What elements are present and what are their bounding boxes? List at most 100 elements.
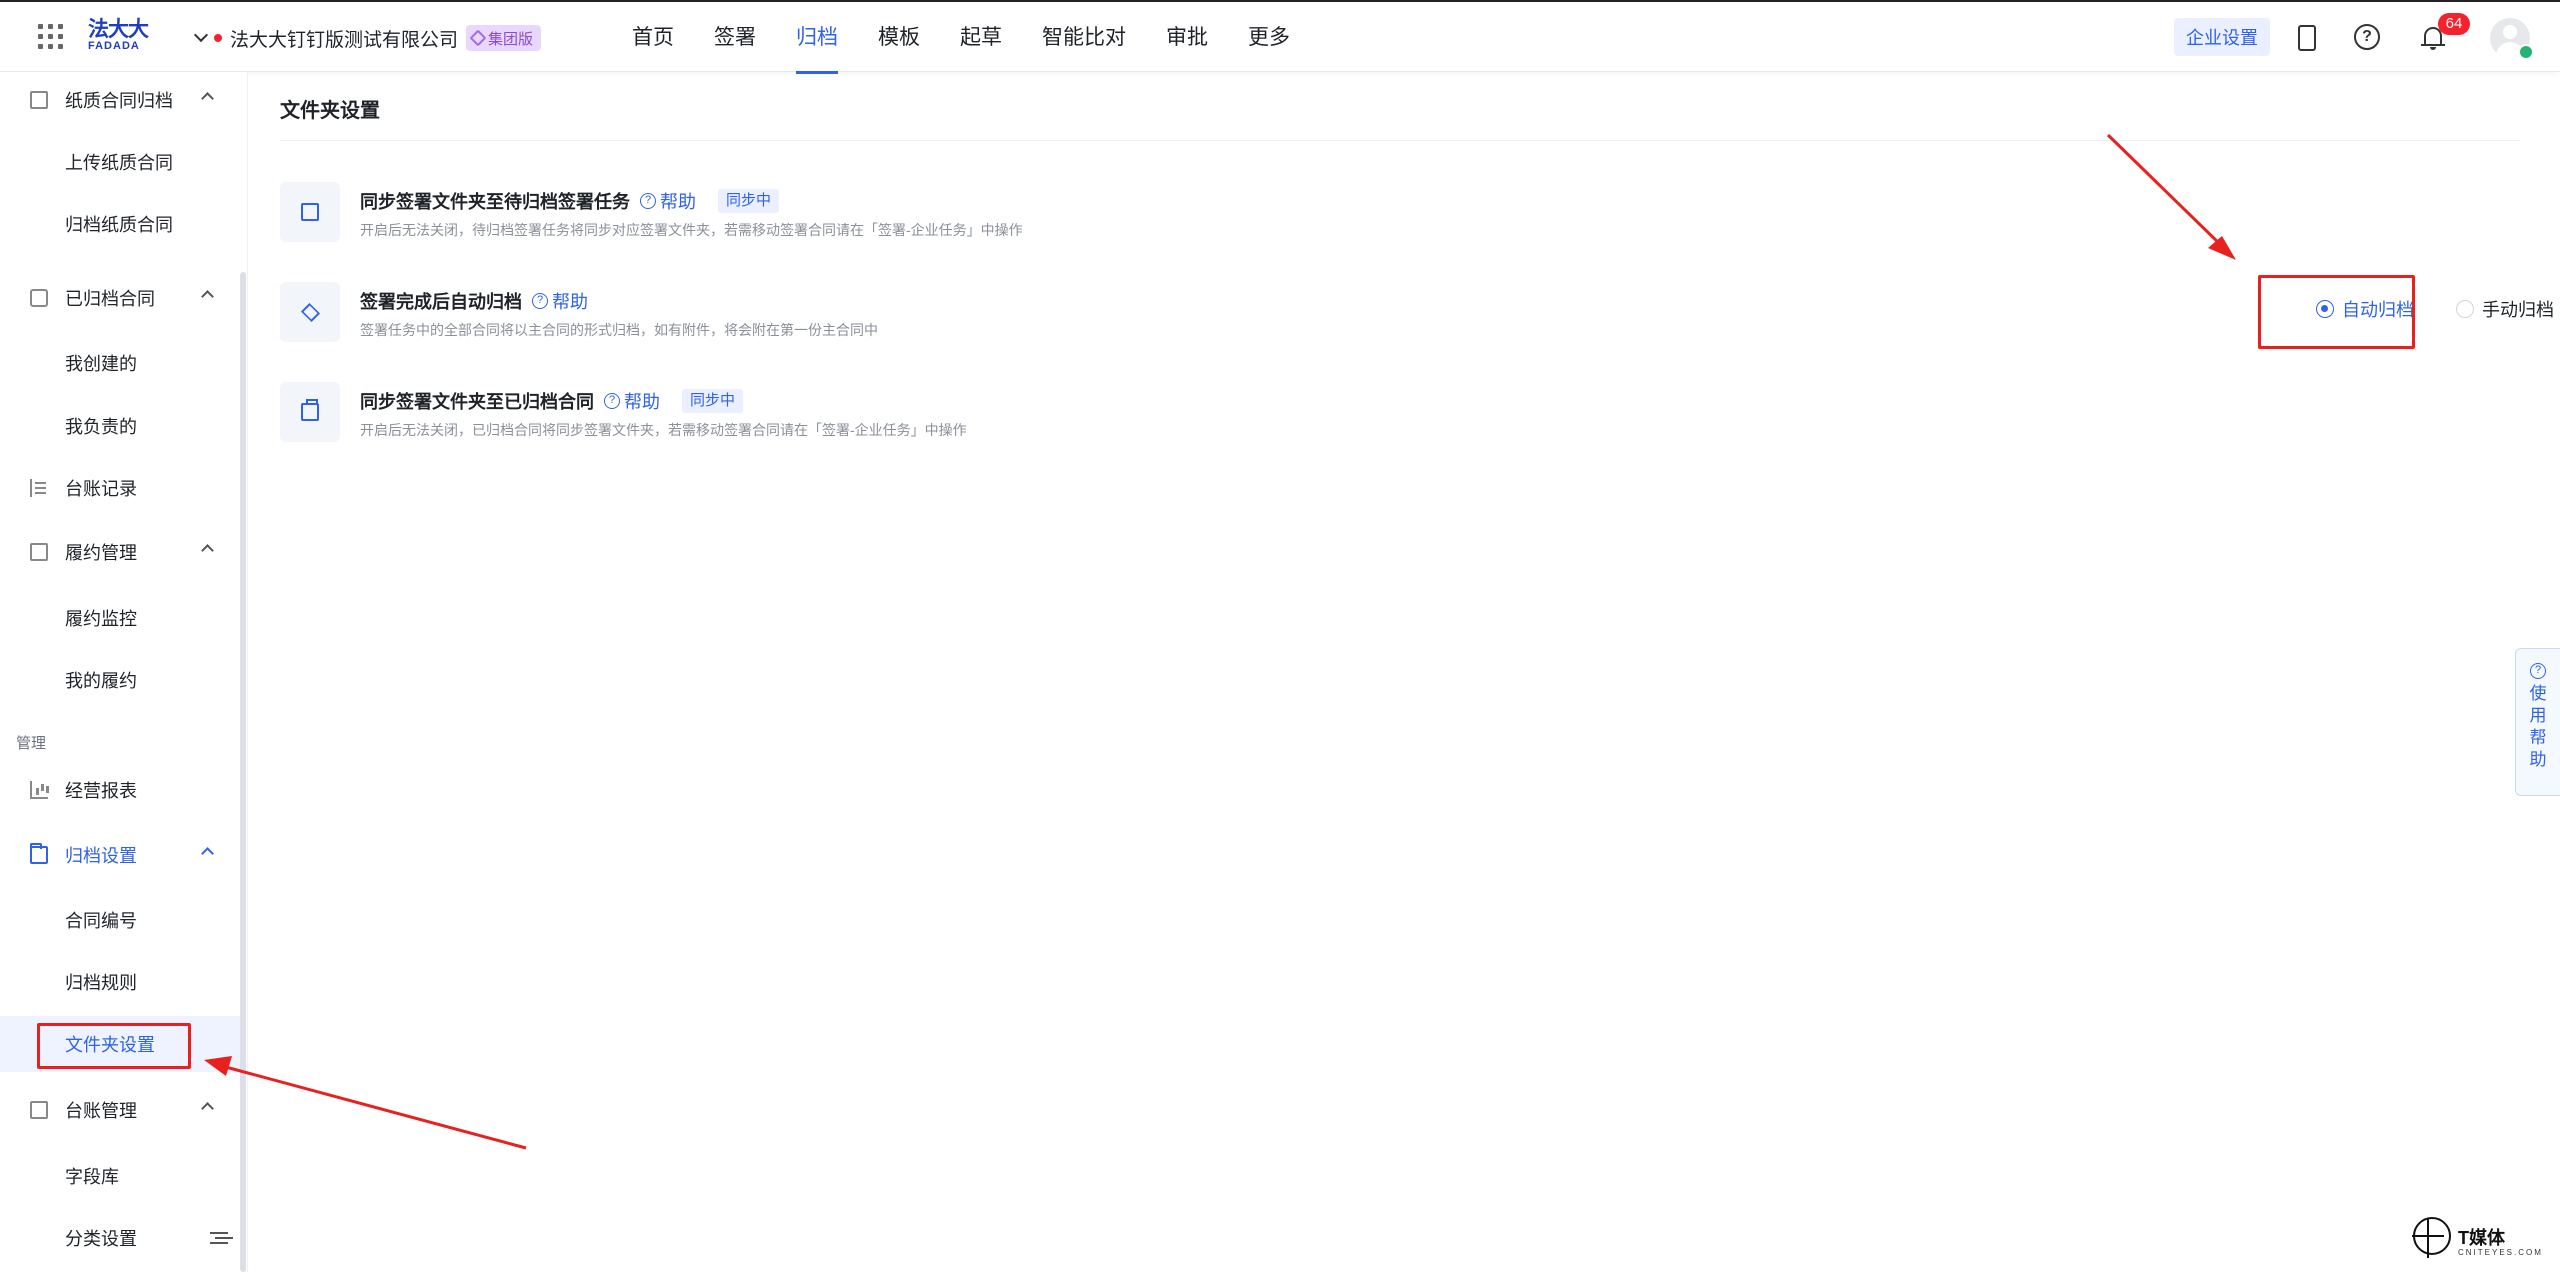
help-icon[interactable]: ? bbox=[2352, 22, 2382, 52]
document-icon bbox=[301, 203, 319, 221]
floating-help-tab[interactable]: ? 使用帮助 bbox=[2515, 648, 2560, 796]
logo-text-cn: 法大大 bbox=[88, 17, 149, 41]
question-mark-glyph: ? bbox=[2354, 24, 2380, 50]
bar-chart-icon bbox=[30, 781, 48, 799]
setting-description: 开启后无法关闭，已归档合同将同步签署文件夹，若需移动签署合同请在「签署-企业任务… bbox=[360, 422, 967, 438]
title-divider bbox=[280, 140, 2520, 141]
sidebar-item-label: 我负责的 bbox=[65, 417, 137, 437]
sidebar-item-paper-archive[interactable]: 纸质合同归档 bbox=[0, 72, 240, 128]
sidebar-item-in-charge[interactable]: 我负责的 bbox=[0, 398, 240, 454]
nav-template[interactable]: 模板 bbox=[858, 2, 940, 74]
table-icon bbox=[30, 1101, 48, 1119]
chevron-up-icon bbox=[201, 1102, 214, 1115]
help-link[interactable]: ? 帮助 bbox=[532, 288, 588, 314]
radio-auto-archive[interactable]: 自动归档 bbox=[2316, 296, 2456, 322]
sidebar-item-label: 合同编号 bbox=[65, 911, 137, 931]
fadada-logo[interactable]: 法大大 FADADA bbox=[88, 18, 152, 56]
radio-label: 自动归档 bbox=[2342, 300, 2414, 320]
notification-count-badge: 64 bbox=[2438, 13, 2470, 35]
setting-sync-to-archived: 同步签署文件夹至已归档合同 ? 帮助 同步中 开启后无法关闭，已归档合同将同步签署… bbox=[280, 382, 2560, 454]
sidebar-scrollbar[interactable] bbox=[240, 272, 246, 1272]
sidebar-item-label: 经营报表 bbox=[65, 781, 137, 801]
setting-title: 同步签署文件夹至已归档合同 bbox=[360, 392, 594, 412]
sidebar-item-label: 归档设置 bbox=[65, 846, 137, 866]
nav-approval[interactable]: 审批 bbox=[1146, 2, 1228, 74]
watermark-text-en: CNITEYES.COM bbox=[2458, 1248, 2543, 1257]
radio-indicator bbox=[2316, 300, 2334, 318]
sidebar-item-label: 归档纸质合同 bbox=[65, 215, 173, 235]
help-link[interactable]: ? 帮助 bbox=[604, 388, 660, 414]
sidebar-item-performance-mgmt[interactable]: 履约管理 bbox=[0, 524, 240, 580]
sidebar-item-archive-paper[interactable]: 归档纸质合同 bbox=[0, 196, 240, 252]
radio-indicator bbox=[2456, 300, 2474, 318]
nav-more[interactable]: 更多 bbox=[1228, 2, 1310, 74]
help-link-label: 帮助 bbox=[660, 192, 696, 212]
sidebar-item-business-report[interactable]: 经营报表 bbox=[0, 762, 240, 818]
company-switcher[interactable]: 法大大钉钉版测试有限公司 集团版 bbox=[193, 24, 542, 52]
sidebar-item-folder-settings[interactable]: 文件夹设置 bbox=[0, 1016, 240, 1072]
sidebar-item-upload-paper[interactable]: 上传纸质合同 bbox=[0, 134, 240, 190]
help-circle-icon: ? bbox=[604, 393, 620, 409]
edit-document-icon bbox=[30, 543, 48, 561]
setting-auto-archive: 签署完成后自动归档 ? 帮助 签署任务中的全部合同将以主合同的形式归档，如有附件，… bbox=[280, 282, 2560, 354]
sidebar-item-category-settings[interactable]: 分类设置 bbox=[0, 1210, 240, 1266]
radio-manual-archive[interactable]: 手动归档 bbox=[2456, 296, 2560, 322]
chevron-up-icon bbox=[201, 290, 214, 303]
document-icon bbox=[30, 91, 48, 109]
setting-title: 签署完成后自动归档 bbox=[360, 292, 522, 312]
sidebar-item-label: 字段库 bbox=[65, 1167, 119, 1187]
nav-draft[interactable]: 起草 bbox=[940, 2, 1022, 74]
sidebar: 纸质合同归档 上传纸质合同 归档纸质合同 已归档合同 我创建的 我负责的 台账记… bbox=[0, 72, 248, 1272]
sidebar-item-created-by-me[interactable]: 我创建的 bbox=[0, 335, 240, 391]
sidebar-item-ledger-mgmt[interactable]: 台账管理 bbox=[0, 1082, 240, 1138]
sidebar-item-label: 台账管理 bbox=[65, 1101, 137, 1121]
sidebar-item-label: 我创建的 bbox=[65, 354, 137, 374]
setting-icon-wrap bbox=[280, 282, 340, 342]
nav-smart-compare[interactable]: 智能比对 bbox=[1022, 2, 1146, 74]
sidebar-item-my-performance[interactable]: 我的履约 bbox=[0, 652, 240, 708]
sidebar-item-label: 台账记录 bbox=[65, 479, 137, 499]
status-badge: 同步中 bbox=[682, 389, 744, 413]
setting-title: 同步签署文件夹至待归档签署任务 bbox=[360, 192, 630, 212]
main-content: 文件夹设置 同步签署文件夹至待归档签署任务 ? 帮助 同步中 开启后无法关闭，待归… bbox=[252, 72, 2560, 1272]
watermark-logo: T媒体 CNITEYES.COM bbox=[2410, 1212, 2550, 1264]
company-name: 法大大钉钉版测试有限公司 bbox=[230, 29, 459, 51]
sidebar-item-label: 文件夹设置 bbox=[65, 1035, 155, 1055]
sidebar-item-field-library[interactable]: 字段库 bbox=[0, 1148, 240, 1204]
briefcase-icon bbox=[301, 399, 319, 421]
folder-settings-icon bbox=[30, 843, 48, 864]
section-label-manage: 管理 bbox=[16, 735, 47, 752]
chevron-up-icon bbox=[201, 847, 214, 860]
radio-label: 手动归档 bbox=[2482, 300, 2554, 320]
mobile-icon[interactable] bbox=[2290, 22, 2320, 52]
page-title: 文件夹设置 bbox=[280, 100, 380, 122]
verified-check-icon bbox=[2518, 44, 2534, 60]
watermark-text-cn: T媒体 bbox=[2458, 1228, 2505, 1248]
status-badge: 同步中 bbox=[718, 189, 780, 213]
setting-sync-to-pending: 同步签署文件夹至待归档签署任务 ? 帮助 同步中 开启后无法关闭，待归档签署任务将… bbox=[280, 182, 2560, 254]
help-link-label: 帮助 bbox=[624, 392, 660, 412]
logo-text-en: FADADA bbox=[88, 40, 140, 52]
app-root: 法大大 FADADA 法大大钉钉版测试有限公司 集团版 首页 签署 归档 模板 … bbox=[0, 0, 2560, 1272]
setting-icon-wrap bbox=[280, 382, 340, 442]
help-circle-icon: ? bbox=[532, 293, 548, 309]
app-grid-icon[interactable] bbox=[38, 24, 64, 50]
enterprise-settings-button[interactable]: 企业设置 bbox=[2174, 18, 2270, 56]
diamond-icon bbox=[469, 29, 487, 47]
help-link[interactable]: ? 帮助 bbox=[640, 188, 696, 214]
nav-sign[interactable]: 签署 bbox=[694, 2, 776, 74]
briefcase-icon bbox=[30, 289, 48, 307]
list-icon bbox=[30, 479, 48, 497]
sidebar-item-performance-monitor[interactable]: 履约监控 bbox=[0, 590, 240, 646]
help-link-label: 帮助 bbox=[552, 292, 588, 312]
sidebar-item-archived-contracts[interactable]: 已归档合同 bbox=[0, 270, 240, 326]
sidebar-item-archive-settings[interactable]: 归档设置 bbox=[0, 827, 240, 883]
collapse-menu-icon[interactable] bbox=[210, 1232, 228, 1246]
sidebar-item-contract-number[interactable]: 合同编号 bbox=[0, 892, 240, 948]
sidebar-item-archive-rules[interactable]: 归档规则 bbox=[0, 954, 240, 1010]
chevron-down-icon bbox=[193, 27, 209, 43]
sidebar-item-ledger-records[interactable]: 台账记录 bbox=[0, 460, 240, 516]
edition-badge-label: 集团版 bbox=[488, 30, 534, 48]
nav-archive[interactable]: 归档 bbox=[776, 2, 858, 74]
nav-home[interactable]: 首页 bbox=[612, 2, 694, 74]
